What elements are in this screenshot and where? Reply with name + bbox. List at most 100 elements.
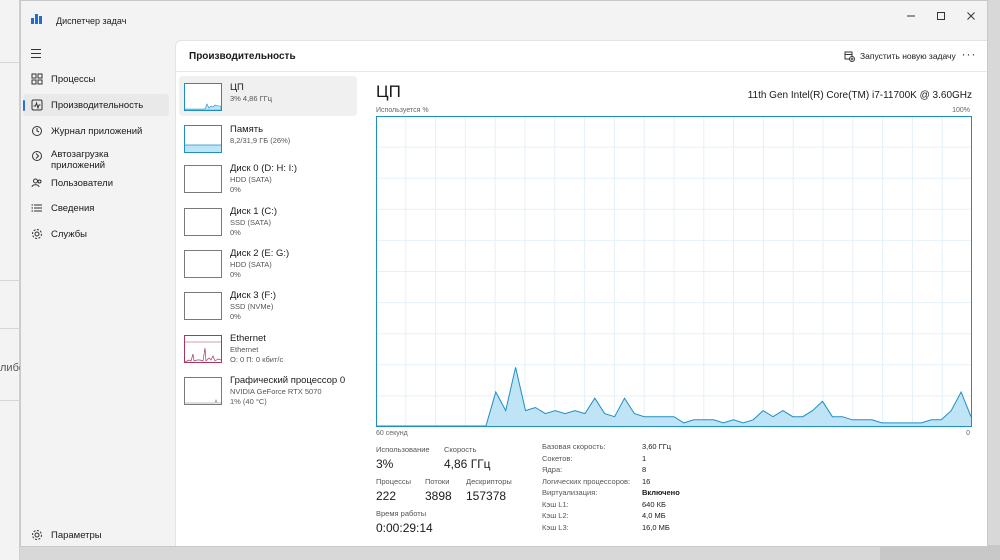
- background-divider: [0, 400, 20, 401]
- info-value: 640 КБ: [642, 499, 666, 509]
- info-key: Кэш L1:: [542, 499, 569, 509]
- nav-item-services[interactable]: Службы: [23, 223, 169, 245]
- active-indicator: [23, 100, 25, 111]
- stat-value: 3%: [376, 457, 394, 471]
- device-sub: SSD (NVMe): [230, 302, 274, 311]
- device-name: ЦП: [230, 82, 244, 93]
- run-new-task-button[interactable]: Запустить новую задачу: [844, 47, 956, 65]
- background-window-right: [880, 545, 1000, 560]
- background-text: либо: [0, 362, 20, 374]
- info-value: 16,0 МБ: [642, 522, 670, 532]
- stat-label: Потоки: [425, 477, 450, 486]
- task-manager-window: Диспетчер задач Процессы Производительно…: [20, 0, 988, 547]
- info-key: Базовая скорость:: [542, 442, 606, 451]
- device-disk-2[interactable]: Диск 2 (E: G:) HDD (SATA) 0%: [179, 242, 357, 282]
- nav-item-performance[interactable]: Производительность: [23, 94, 169, 116]
- more-options-button[interactable]: ···: [960, 47, 978, 65]
- stat-processes: Процессы 222: [376, 477, 411, 503]
- graph-x-label: 60 секунд: [376, 430, 408, 437]
- run-task-icon: [844, 51, 855, 62]
- stat-threads: Потоки 3898: [425, 477, 452, 503]
- device-disk-0[interactable]: Диск 0 (D: H: I:) HDD (SATA) 0%: [179, 157, 357, 197]
- stat-value: 157378: [466, 489, 507, 503]
- minimize-icon: [907, 15, 915, 17]
- device-sub: 3% 4,86 ГГц: [230, 94, 273, 103]
- info-value: 8: [642, 465, 647, 474]
- disk-thumbnail: [184, 292, 222, 320]
- device-disk-3[interactable]: Диск 3 (F:) SSD (NVMe) 0%: [179, 284, 357, 324]
- background-divider: [0, 328, 20, 329]
- device-cpu[interactable]: ЦП 3% 4,86 ГГц: [179, 76, 357, 116]
- users-icon: [31, 178, 42, 188]
- nav-item-label: Производительность: [51, 99, 144, 111]
- nav-item-startup-apps[interactable]: Автозагрузка приложений: [23, 147, 169, 173]
- device-ethernet[interactable]: Ethernet Ethernet О: 0 П: 0 кбит/с: [179, 327, 357, 367]
- cpu-usage-graph: [376, 116, 972, 427]
- stat-uptime: Время работы 0:00:29:14: [376, 509, 433, 535]
- page-title: Производительность: [189, 51, 296, 62]
- background-window: либо: [0, 0, 20, 560]
- device-name: Диск 3 (F:): [230, 290, 276, 301]
- nav-item-settings[interactable]: Параметры: [23, 525, 169, 545]
- history-icon: [32, 126, 42, 136]
- info-key: Кэш L2:: [542, 511, 569, 520]
- info-key: Ядра:: [542, 465, 563, 474]
- minimize-button[interactable]: [897, 7, 925, 25]
- nav-item-processes[interactable]: Процессы: [23, 68, 169, 90]
- startup-icon: [32, 151, 42, 161]
- device-sub2: 0%: [230, 312, 241, 321]
- info-value: Включено: [642, 488, 680, 497]
- graph-y-label: Используется %: [376, 107, 429, 114]
- nav-item-app-history[interactable]: Журнал приложений: [23, 120, 169, 142]
- ethernet-thumbnail: [184, 335, 222, 363]
- stat-value: 222: [376, 489, 397, 503]
- info-value: 16: [642, 476, 651, 486]
- hamburger-menu-icon[interactable]: [29, 47, 43, 59]
- performance-panel: Производительность Запустить новую задач…: [175, 40, 987, 546]
- device-name: Память: [230, 124, 264, 135]
- details-icon: [31, 204, 42, 212]
- stat-label: Скорость: [444, 445, 477, 454]
- nav-item-label: Процессы: [51, 73, 96, 85]
- title-bar[interactable]: Диспетчер задач: [21, 1, 987, 39]
- device-sub: HDD (SATA): [230, 260, 272, 269]
- settings-label: Параметры: [51, 529, 102, 541]
- disk-thumbnail: [184, 208, 222, 236]
- maximize-icon: [937, 12, 945, 20]
- nav-item-users[interactable]: Пользователи: [23, 172, 169, 194]
- device-sub2: 1% (40 °C): [230, 397, 267, 406]
- device-gpu-0[interactable]: Графический процессор 0 NVIDIA GeForce R…: [179, 369, 357, 409]
- nav-item-details[interactable]: Сведения: [23, 197, 169, 219]
- cpu-model: 11th Gen Intel(R) Core(TM) i7-11700K @ 3…: [747, 90, 972, 101]
- device-disk-1[interactable]: Диск 1 (C:) SSD (SATA) 0%: [179, 200, 357, 240]
- stat-value: 0:00:29:14: [376, 521, 433, 535]
- device-sub2: О: 0 П: 0 кбит/с: [230, 355, 284, 364]
- device-sub2: 0%: [230, 270, 241, 279]
- services-icon: [32, 229, 42, 239]
- device-memory[interactable]: Память 8,2/31,9 ГБ (26%): [179, 118, 357, 158]
- background-divider: [0, 62, 20, 63]
- disk-thumbnail: [184, 250, 222, 278]
- memory-thumbnail: [184, 125, 222, 153]
- content-header: Производительность Запустить новую задач…: [176, 41, 987, 72]
- device-name: Диск 0 (D: H: I:): [230, 163, 298, 174]
- device-sub: Ethernet: [230, 345, 259, 354]
- cpu-thumbnail: [184, 83, 222, 111]
- stat-value: 4,86 ГГц: [444, 457, 491, 471]
- close-button[interactable]: [957, 7, 985, 25]
- device-name: Графический процессор 0: [230, 375, 346, 386]
- run-task-label: Запустить новую задачу: [860, 51, 956, 61]
- window-title: Диспетчер задач: [56, 16, 127, 26]
- info-key: Сокетов:: [542, 453, 573, 463]
- stat-label: Дескрипторы: [466, 477, 512, 486]
- info-value: 3,60 ГГц: [642, 442, 672, 451]
- nav-item-label: Службы: [51, 228, 87, 240]
- graph-x-min-label: 0: [966, 430, 970, 437]
- stat-speed: Скорость 4,86 ГГц: [444, 445, 491, 471]
- info-value: 1: [642, 453, 647, 463]
- nav-item-label: Пользователи: [51, 177, 114, 189]
- close-icon: [967, 12, 975, 20]
- maximize-button[interactable]: [927, 7, 955, 25]
- device-name: Диск 1 (C:): [230, 206, 278, 217]
- background-divider: [0, 280, 20, 281]
